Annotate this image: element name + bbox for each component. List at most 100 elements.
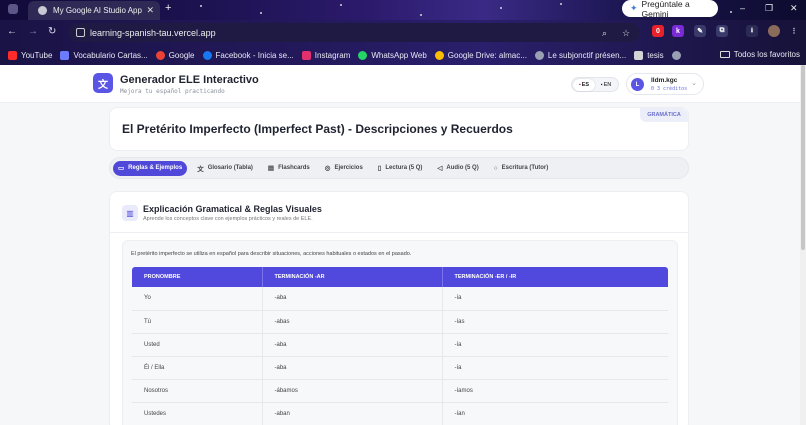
close-window-icon[interactable]: ✕ (790, 3, 798, 14)
tab-flashcards[interactable]: ▤ Flashcards (263, 161, 315, 176)
instagram-icon (301, 50, 311, 60)
user-menu[interactable]: L lldm.kgc 0 3 créditos ⌄ (626, 73, 704, 95)
bookmark-facebook[interactable]: Facebook - Inicia se... (202, 50, 294, 60)
browser-tab-active[interactable]: My Google AI Studio App ✕ (28, 1, 160, 20)
bookmark-label: Instagram (314, 50, 351, 60)
table-cell: Nosotros (132, 379, 263, 403)
bookmark-google-drive[interactable]: Google Drive: almac... (434, 50, 527, 60)
table-row: Él / Ella -aba -ía (132, 356, 668, 380)
minimize-icon[interactable]: – (740, 3, 745, 13)
table-cell: Ustedes (132, 402, 263, 425)
tab-audio[interactable]: ◁ Audio (5 Q) (432, 161, 483, 176)
bookmark-subjonctif[interactable]: Le subjonctif présen... (534, 50, 626, 60)
bookmark-label: Facebook - Inicia se... (215, 50, 294, 60)
wallpaper-star (260, 12, 262, 14)
table-cell: -aba (262, 356, 443, 380)
page-title: El Pretérito Imperfecto (Imperfect Past)… (122, 122, 513, 136)
wallpaper-star (200, 5, 202, 7)
ask-gemini-button[interactable]: ✦ Pregúntale a Gemini (622, 0, 718, 19)
document-icon: ▯ (377, 165, 382, 172)
scrollbar-thumb[interactable] (801, 65, 805, 250)
table-cell: Usted (132, 333, 263, 357)
app-header: 文 Generador ELE Interactivo Mejora tu es… (0, 65, 806, 103)
table-cell: -ía (442, 333, 668, 357)
gemini-button-label: Pregúntale a Gemini (641, 0, 690, 19)
bookmark-whatsapp[interactable]: WhatsApp Web (358, 50, 427, 60)
extension-k-icon[interactable]: k (672, 25, 684, 37)
bookmark-label: tesis (647, 50, 664, 60)
tab-label: Lectura (5 Q) (385, 165, 423, 171)
extensions-puzzle-icon[interactable]: ⧉ (716, 25, 728, 37)
bookmark-instagram[interactable]: Instagram (301, 50, 351, 60)
tab-label: Reglas & Ejemplos (128, 165, 183, 171)
wallpaper-star (420, 14, 422, 16)
tab-glosario[interactable]: 文 Glosario (Tabla) (192, 161, 258, 176)
restore-icon[interactable]: ❐ (765, 3, 773, 14)
download-icon[interactable]: ⭳ (746, 25, 758, 37)
tab-search-button[interactable] (8, 4, 18, 14)
bookmark-vocabulario[interactable]: Vocabulario Cartas... (60, 50, 148, 60)
address-bar[interactable]: learning-spanish-tau.vercel.app ⌕ ☆ (68, 23, 640, 42)
category-badge: GRAMÁTICA (640, 108, 688, 122)
bookmark-google[interactable]: Google (155, 50, 195, 60)
tab-close-icon[interactable]: ✕ (146, 5, 154, 16)
forward-icon[interactable]: → (28, 26, 38, 37)
globe-icon (671, 50, 681, 60)
avatar: L (631, 78, 644, 91)
wallpaper-star (730, 11, 732, 13)
bookmark-tesis[interactable]: tesis (634, 50, 664, 60)
reload-icon[interactable]: ↻ (48, 26, 56, 37)
back-icon[interactable]: ← (7, 26, 17, 37)
bookmark-star-icon[interactable]: ☆ (622, 28, 630, 39)
lang-en-button[interactable]: ▪ EN (595, 79, 617, 91)
page-scrollbar[interactable] (800, 65, 806, 425)
uk-flag-icon: ▪ (600, 81, 603, 88)
table-cell: Tú (132, 310, 263, 334)
tab-reglas-ejemplos[interactable]: ▭ Reglas & Ejemplos (113, 160, 188, 176)
translate-logo-icon: 文 (93, 73, 113, 93)
youtube-icon (8, 50, 17, 60)
site-info-icon[interactable] (76, 28, 85, 37)
bookmark-extra[interactable] (671, 50, 685, 60)
lang-es-button[interactable]: ▪ ES (573, 78, 595, 91)
all-bookmarks-button[interactable]: Todos los favoritos (719, 50, 800, 59)
table-cell: -íamos (442, 379, 668, 403)
extension-pen-icon[interactable]: ✎ (694, 25, 706, 37)
table-cell: -ía (442, 287, 668, 311)
new-tab-button[interactable]: + (165, 2, 171, 14)
google-icon (155, 50, 165, 60)
browser-tab-strip: My Google AI Studio App ✕ + ✦ Pregúntale… (0, 0, 806, 20)
cards-icon: ▤ (267, 165, 275, 172)
extension-badge-icon[interactable]: 0 (652, 25, 664, 37)
bookmark-label: Google (168, 50, 195, 60)
bookmark-label: WhatsApp Web (371, 50, 427, 60)
bookmark-label: Vocabulario Cartas... (73, 50, 148, 60)
explanation-panel: El pretérito imperfecto se utiliza en es… (122, 240, 678, 425)
tab-label: Ejercicios (334, 165, 363, 171)
bookmark-youtube[interactable]: YouTube (8, 50, 52, 60)
bookmarks-bar: YouTube Vocabulario Cartas... Google Fac… (0, 45, 806, 65)
table-row: Ustedes -aban -ían (132, 402, 668, 425)
table-cell: -ías (442, 310, 668, 334)
tab-label: Audio (5 Q) (446, 165, 479, 171)
wallpaper-star (500, 7, 502, 9)
tab-lectura[interactable]: ▯ Lectura (5 Q) (373, 161, 428, 176)
google-drive-icon (434, 50, 444, 60)
browser-menu-icon[interactable]: ⋮ (788, 25, 800, 37)
spain-flag-icon: ▪ (578, 81, 581, 88)
table-cell: -ían (442, 402, 668, 425)
chevron-down-icon: ⌄ (691, 80, 697, 87)
whatsapp-icon (358, 50, 368, 60)
gemini-spark-icon: ✦ (630, 3, 638, 13)
table-cell: Él / Ella (132, 356, 263, 380)
lang-en-label: EN (603, 81, 612, 88)
table-header-row: PRONOMBRE TERMINACIÓN -AR TERMINACIÓN -E… (132, 267, 668, 287)
tab-ejercicios[interactable]: ◎ Ejercicios (320, 161, 368, 176)
profile-avatar-icon[interactable] (768, 25, 780, 37)
conjugation-table: PRONOMBRE TERMINACIÓN -AR TERMINACIÓN -E… (132, 267, 668, 425)
tab-escritura[interactable]: ○ Escritura (Tutor) (489, 161, 554, 176)
folder-icon (634, 50, 644, 60)
lang-es-label: ES (581, 81, 590, 88)
table-cell: -ía (442, 356, 668, 380)
zoom-icon[interactable]: ⌕ (602, 28, 607, 39)
